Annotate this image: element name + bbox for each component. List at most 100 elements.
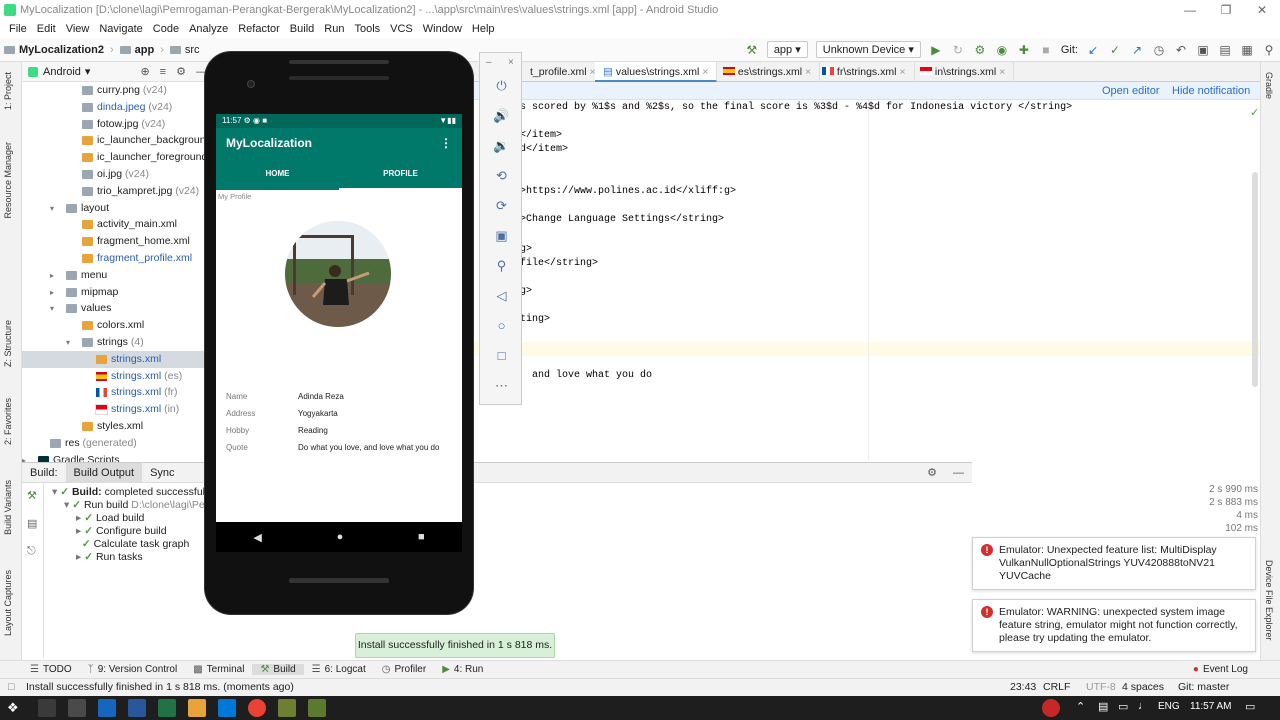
battery-icon[interactable]: ▭ <box>1118 700 1128 713</box>
open-editor-link[interactable]: Open editor <box>1102 85 1159 97</box>
tool-todo[interactable]: ☰ TODO <box>22 664 80 675</box>
taskbar-clock[interactable]: 11:57 AM <box>1190 701 1232 712</box>
tree-item[interactable]: res (generated) <box>22 435 212 452</box>
rollback-icon[interactable]: ↶ <box>1170 40 1192 60</box>
camera-icon[interactable]: ▣ <box>480 228 523 244</box>
tool-run[interactable]: ▶ 4: Run <box>434 664 491 675</box>
tree-item[interactable]: ▾ layout <box>22 200 212 217</box>
action-center-icon[interactable]: ▭ <box>1245 700 1255 713</box>
language-indicator[interactable]: ENG <box>1158 701 1180 712</box>
back-icon[interactable]: ◀ <box>253 531 261 544</box>
device-dropdown[interactable]: Unknown Device ▾ <box>815 41 921 58</box>
tree-item[interactable]: fragment_home.xml <box>22 233 212 250</box>
tree-item[interactable]: colors.xml <box>22 317 212 334</box>
tree-item[interactable]: activity_main.xml <box>22 216 212 233</box>
run-config-dropdown[interactable]: app ▾ <box>766 41 808 58</box>
tab-profile[interactable]: PROFILE <box>339 158 462 190</box>
menu-analyze[interactable]: Analyze <box>184 20 233 38</box>
menu-view[interactable]: View <box>61 20 95 38</box>
pin-icon[interactable]: ⎋ <box>27 545 36 558</box>
chrome-icon[interactable] <box>248 699 266 717</box>
hammer-icon[interactable]: ⚒ <box>741 40 763 60</box>
tree-item[interactable]: ▸ menu <box>22 267 212 284</box>
edge-icon[interactable] <box>98 699 116 717</box>
settings-icon[interactable]: ⚙ <box>176 65 186 78</box>
emulator-task-icon[interactable] <box>308 699 326 717</box>
back-icon[interactable]: ◁ <box>480 288 523 304</box>
tree-item[interactable]: strings.xml (es) <box>22 368 212 385</box>
tab-es-strings[interactable]: es\strings.xml × <box>715 62 821 82</box>
git-update-icon[interactable]: ↙ <box>1082 40 1104 60</box>
tool-build[interactable]: ⚒ Build <box>252 664 304 675</box>
overview-icon[interactable]: □ <box>480 348 523 363</box>
hide-notification-link[interactable]: Hide notification <box>1172 85 1250 97</box>
menu-file[interactable]: File <box>4 20 32 38</box>
store-icon[interactable] <box>218 699 236 717</box>
close-icon[interactable]: ✕ <box>1244 0 1280 20</box>
sdk-manager-icon[interactable]: ▣ <box>1192 40 1214 60</box>
tree-item[interactable]: styles.xml <box>22 418 212 435</box>
menu-help[interactable]: Help <box>467 20 500 38</box>
maximize-icon[interactable]: ❐ <box>1208 0 1244 20</box>
expand-arrow-icon[interactable]: ▾ <box>50 200 54 217</box>
tab-home[interactable]: HOME <box>216 158 339 190</box>
build-row[interactable]: ▾ ✓ Build: completed successfully <box>52 485 213 499</box>
zoom-icon[interactable]: ⚲ <box>480 258 523 274</box>
tree-item[interactable]: ▾ values <box>22 300 212 317</box>
close-icon[interactable]: × <box>508 57 514 68</box>
tab-profile-xml[interactable]: t_profile.xml × <box>522 62 605 82</box>
power-icon[interactable]: ⏻ <box>480 78 523 94</box>
hide-icon[interactable]: — <box>945 463 972 483</box>
minimize-icon[interactable]: – <box>486 57 492 68</box>
menu-run[interactable]: Run <box>319 20 349 38</box>
tab-fr-strings[interactable]: fr\strings.xml × <box>814 62 915 82</box>
mail-icon[interactable] <box>68 699 86 717</box>
tree-item[interactable]: trio_kampret.jpg (v24) <box>22 183 212 200</box>
profile-icon[interactable]: ◉ <box>991 40 1013 60</box>
tray-chevron-icon[interactable]: ⌃ <box>1076 700 1085 713</box>
expand-arrow-icon[interactable]: ▾ <box>50 300 54 317</box>
volume-icon[interactable]: ♩ <box>1138 700 1149 712</box>
recents-icon[interactable]: ■ <box>418 531 425 543</box>
search-icon[interactable]: ⚲ <box>1258 40 1280 60</box>
expand-arrow-icon[interactable]: ▸ <box>50 267 54 284</box>
menu-vcs[interactable]: VCS <box>385 20 418 38</box>
apply-changes-icon[interactable]: ↻ <box>947 40 969 60</box>
network-icon[interactable]: ▤ <box>1098 700 1108 713</box>
windows-start-icon[interactable]: ❖ <box>7 700 19 716</box>
tool-logcat[interactable]: ☰ 6: Logcat <box>304 664 374 675</box>
debug-icon[interactable]: ⚙ <box>969 40 991 60</box>
build-row[interactable]: ▾ ✓ Run build D:\clone\lagi\Pe <box>64 498 205 512</box>
tree-item[interactable]: fotow.jpg (v24) <box>22 116 212 133</box>
avd-manager-icon[interactable]: ▤ <box>1214 40 1236 60</box>
minimize-icon[interactable]: — <box>1172 0 1208 20</box>
volume-down-icon[interactable]: 🔉 <box>480 138 523 154</box>
tree-item[interactable]: fragment_profile.xml <box>22 250 212 267</box>
settings-icon[interactable]: ⚙ <box>919 463 945 483</box>
editor-scrollbar[interactable] <box>1252 172 1258 387</box>
git-branch[interactable]: Git: master <box>1178 679 1229 696</box>
tool-gradle[interactable]: Gradle <box>1264 72 1274 99</box>
breadcrumb-app[interactable]: app <box>116 44 159 56</box>
tree-item[interactable]: oi.jpg (v24) <box>22 166 212 183</box>
build-row[interactable]: ▸ ✓ Run tasks <box>76 550 143 564</box>
tree-item[interactable]: ic_launcher_foreground.x <box>22 149 216 166</box>
tree-item[interactable]: ▾ strings (4) <box>22 334 212 351</box>
tab-in-strings[interactable]: in\strings.xml × <box>912 62 1015 82</box>
tool-layout-captures[interactable]: Layout Captures <box>3 570 13 636</box>
antivirus-icon[interactable] <box>1042 699 1060 717</box>
menu-window[interactable]: Window <box>418 20 467 38</box>
build-row[interactable]: ▸ ✓ Configure build <box>76 524 167 538</box>
stop-icon[interactable]: ■ <box>1035 40 1057 60</box>
build-row[interactable]: ▸ ✓ Load build <box>76 511 144 525</box>
file-explorer-icon[interactable] <box>188 699 206 717</box>
notification-system-image[interactable]: ! Emulator: WARNING: unexpected system i… <box>972 599 1256 652</box>
tool-event-log[interactable]: ● Event Log <box>1185 664 1256 675</box>
toggle-view-icon[interactable]: ▤ <box>27 517 37 530</box>
collapse-all-icon[interactable]: ≡ <box>160 66 166 78</box>
tree-item[interactable]: curry.png (v24) <box>22 82 212 99</box>
tool-structure[interactable]: Z: Structure <box>3 320 13 367</box>
history-icon[interactable]: ◷ <box>1148 40 1170 60</box>
android-studio-task-icon[interactable] <box>278 699 296 717</box>
build-row[interactable]: ✓ Calculate task graph <box>76 537 189 551</box>
